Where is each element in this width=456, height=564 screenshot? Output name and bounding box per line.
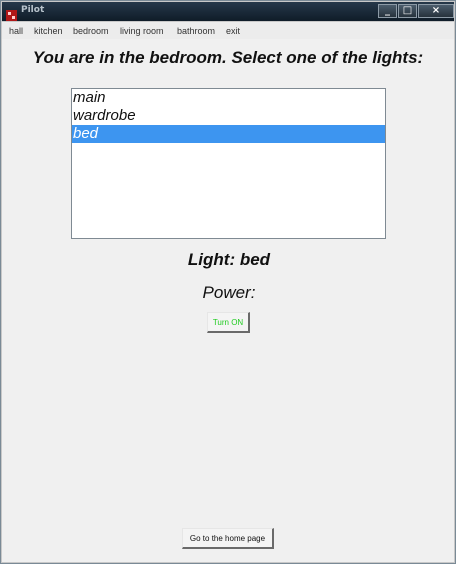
window-title: Pilot [21, 5, 45, 15]
menu-item-kitchen[interactable]: kitchen [34, 26, 63, 36]
list-item-bed[interactable]: bed [72, 125, 385, 143]
minimize-icon: _ [385, 5, 390, 16]
close-button[interactable]: × [418, 4, 454, 18]
menu-item-bathroom[interactable]: bathroom [177, 26, 215, 36]
minimize-button[interactable]: _ [378, 4, 397, 18]
app-window: Pilot _ □ × hall kitchen bedroom living … [0, 0, 456, 564]
title-bar[interactable]: Pilot _ □ × [2, 2, 454, 21]
menu-item-living-room[interactable]: living room [120, 26, 164, 36]
list-item-main[interactable]: main [72, 89, 385, 107]
home-page-button[interactable]: Go to the home page [182, 528, 274, 549]
menu-item-exit[interactable]: exit [226, 26, 240, 36]
maximize-button[interactable]: □ [398, 4, 417, 18]
menu-bar: hall kitchen bedroom living room bathroo… [2, 22, 454, 40]
power-label: Power: [202, 283, 256, 302]
page-heading: You are in the bedroom. Select one of th… [32, 48, 424, 67]
main-content: You are in the bedroom. Select one of th… [2, 39, 454, 562]
selected-light-label: Light: bed [187, 250, 271, 269]
list-item-wardrobe[interactable]: wardrobe [72, 107, 385, 125]
menu-item-bedroom[interactable]: bedroom [73, 26, 109, 36]
lights-listbox[interactable]: main wardrobe bed [71, 88, 386, 239]
close-icon: × [431, 5, 441, 16]
maximize-icon: □ [402, 5, 413, 16]
menu-item-hall[interactable]: hall [9, 26, 23, 36]
app-icon [6, 6, 17, 21]
turn-on-button[interactable]: Turn ON [207, 312, 250, 333]
